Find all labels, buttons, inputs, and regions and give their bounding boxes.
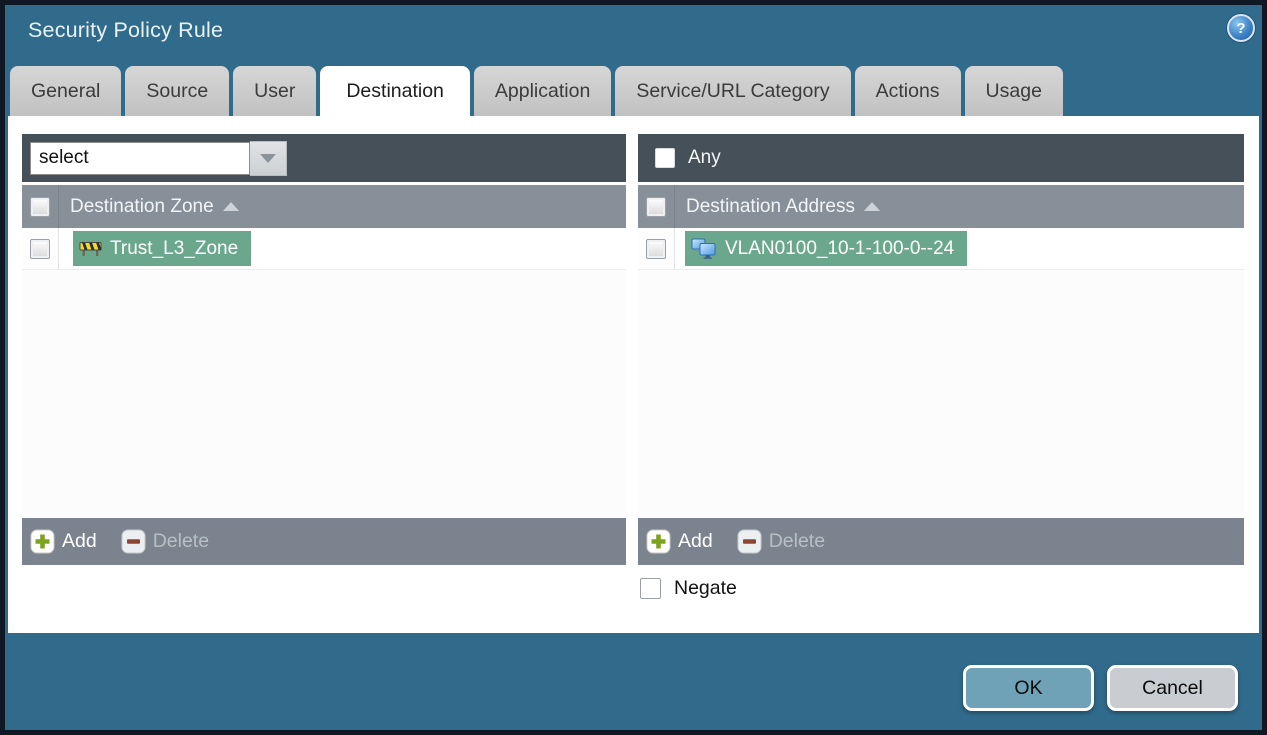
table-row[interactable]: Trust_L3_Zone (22, 228, 626, 270)
zone-delete-button[interactable]: Delete (121, 529, 209, 554)
help-glyph: ? (1236, 19, 1246, 37)
ok-button[interactable]: OK (963, 665, 1094, 711)
zone-chip-label: Trust_L3_Zone (110, 237, 239, 259)
zone-select-all-checkbox[interactable] (30, 196, 50, 217)
zone-chip[interactable]: Trust_L3_Zone (73, 231, 252, 266)
delete-icon (121, 529, 146, 554)
sort-asc-icon (222, 202, 239, 211)
address-add-label: Add (678, 530, 713, 552)
add-icon (30, 529, 55, 554)
destination-address-panel: Any Destination Address VLAN0100_10-1-10… (638, 134, 1244, 565)
any-label: Any (688, 147, 721, 168)
tab-source[interactable]: Source (125, 66, 230, 116)
address-row-checkbox[interactable] (646, 238, 666, 259)
table-row[interactable]: VLAN0100_10-1-100-0--24 (638, 228, 1244, 270)
zone-icon (79, 240, 102, 257)
address-delete-button[interactable]: Delete (737, 529, 825, 554)
destination-tab-content: Destination Zone (8, 116, 1259, 633)
tab-application[interactable]: Application (473, 66, 612, 116)
zone-select-dropdown-button[interactable] (250, 140, 287, 176)
address-chip[interactable]: VLAN0100_10-1-100-0--24 (685, 231, 968, 266)
negate-checkbox[interactable] (640, 578, 661, 599)
address-add-button[interactable]: Add (646, 529, 713, 554)
zone-delete-label: Delete (152, 530, 210, 552)
zone-grid-body: Trust_L3_Zone (22, 228, 626, 518)
tab-actions[interactable]: Actions (854, 66, 961, 116)
tab-general[interactable]: General (10, 66, 122, 116)
negate-label: Negate (674, 577, 737, 599)
zone-toolbar: Add Delete (22, 518, 626, 565)
destination-zone-panel: Destination Zone (22, 134, 626, 565)
delete-icon (737, 529, 762, 554)
any-bar: Any (638, 134, 1244, 182)
address-grid-header: Destination Address (638, 185, 1244, 228)
zone-add-label: Add (62, 530, 97, 552)
help-icon[interactable]: ? (1227, 14, 1255, 42)
zone-row-checkbox[interactable] (30, 238, 50, 259)
dialog-window: Security Policy Rule ? General Source Us… (5, 5, 1262, 730)
zone-column-header[interactable]: Destination Zone (70, 196, 239, 218)
address-column-header[interactable]: Destination Address (686, 196, 880, 218)
tab-destination[interactable]: Destination (320, 66, 470, 116)
add-icon (646, 529, 671, 554)
negate-row: Negate (640, 577, 737, 600)
address-delete-label: Delete (768, 530, 826, 552)
tab-bar: General Source User Destination Applicat… (10, 66, 1063, 116)
security-policy-rule-dialog: Security Policy Rule ? General Source Us… (0, 0, 1267, 735)
chevron-down-icon (260, 153, 276, 163)
dialog-title: Security Policy Rule (28, 18, 224, 42)
address-grid-body: VLAN0100_10-1-100-0--24 (638, 228, 1244, 518)
zone-add-button[interactable]: Add (30, 529, 97, 554)
address-icon (691, 238, 717, 259)
tab-service-url-category[interactable]: Service/URL Category (615, 66, 851, 116)
zone-select-input[interactable] (30, 141, 250, 175)
zone-grid-header: Destination Zone (22, 185, 626, 228)
sort-asc-icon (864, 202, 880, 211)
zone-filter-bar (22, 134, 626, 182)
address-select-all-checkbox[interactable] (646, 196, 666, 217)
any-checkbox[interactable] (655, 148, 675, 168)
address-toolbar: Add Delete (638, 518, 1244, 565)
address-chip-label: VLAN0100_10-1-100-0--24 (725, 237, 955, 259)
tab-user[interactable]: User (233, 66, 317, 116)
cancel-button[interactable]: Cancel (1107, 665, 1238, 711)
tab-usage[interactable]: Usage (964, 66, 1063, 116)
